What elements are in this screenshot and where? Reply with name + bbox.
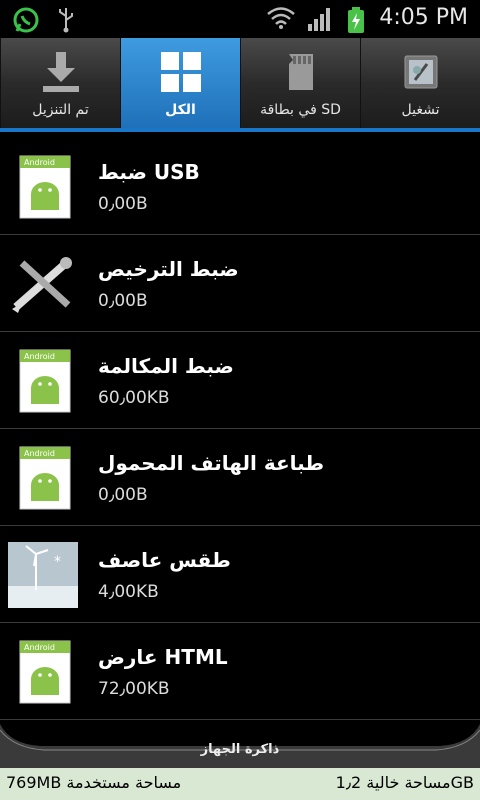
tab-downloaded-label: تم التنزيل [32, 102, 89, 118]
app-name: طقس عاصف [98, 548, 231, 572]
clock: 4:05 PM [379, 5, 468, 30]
app-size: 60٫00KB [98, 388, 170, 408]
status-bar: 4:05 PM [0, 0, 480, 38]
storage-used: 769MB مساحة مستخدمة [6, 773, 182, 792]
tab-downloaded[interactable]: تم التنزيل [0, 38, 120, 131]
list-item[interactable]: ضبط الترخيص 0٫00B [0, 235, 480, 332]
running-icon [404, 55, 437, 89]
svg-text:Android: Android [24, 643, 55, 652]
android-app-icon: Android [19, 349, 71, 413]
app-size: 0٫00B [98, 485, 148, 505]
svg-text:*: * [54, 554, 61, 570]
svg-text:Android: Android [24, 158, 55, 167]
app-size: 72٫00KB [98, 679, 170, 699]
app-size: 0٫00B [98, 194, 148, 214]
tab-running[interactable]: تشغيل [360, 38, 480, 131]
svg-text:Android: Android [24, 449, 55, 458]
wifi-icon [267, 7, 295, 29]
whatsapp-icon [13, 7, 39, 33]
list-item[interactable]: Android طباعة الهاتف المحمول 0٫00B [0, 429, 480, 526]
svg-text:Android: Android [24, 352, 55, 361]
sd-card-icon [288, 54, 313, 90]
app-name: طباعة الهاتف المحمول [98, 451, 325, 475]
android-app-icon: Android [19, 640, 71, 704]
storage-free: مساحة خالية 1٫2GB [335, 773, 474, 792]
usb-icon [59, 8, 73, 33]
android-app-icon: Android [19, 155, 71, 219]
grid-icon [160, 52, 201, 92]
list-item[interactable]: Android عارض HTML 72٫00KB [0, 623, 480, 720]
signal-icon [308, 8, 330, 31]
tab-bar: تشغيل في بطاقة SD الكل تم التنزيل [0, 38, 480, 131]
app-name: ضبط USB [98, 160, 200, 184]
list-item[interactable]: * طقس عاصف 4٫00KB [0, 526, 480, 623]
tab-indicator [0, 128, 480, 132]
device-memory-label: ذاكرة الجهاز [200, 742, 280, 757]
tab-running-label: تشغيل [401, 102, 440, 118]
tab-all[interactable]: الكل [120, 38, 240, 131]
tab-all-label: الكل [165, 102, 196, 118]
weather-wallpaper-icon: * [8, 542, 78, 608]
app-size: 4٫00KB [98, 582, 159, 602]
storage-bar: 769MB مساحة مستخدمة مساحة خالية 1٫2GB [0, 768, 480, 800]
android-app-icon: Android [19, 446, 71, 510]
app-name: عارض HTML [98, 645, 228, 669]
download-icon [42, 52, 79, 92]
tab-sd-card-label: في بطاقة SD [260, 102, 341, 118]
list-item[interactable]: Android ضبط USB 0٫00B [0, 138, 480, 235]
list-item[interactable]: Android ضبط المكالمة 60٫00KB [0, 332, 480, 429]
app-size: 0٫00B [98, 291, 148, 311]
app-name: ضبط المكالمة [98, 354, 234, 378]
app-name: ضبط الترخيص [98, 257, 239, 281]
tab-sd-card[interactable]: في بطاقة SD [240, 38, 360, 131]
battery-charging-icon [348, 7, 364, 33]
app-list: Android ضبط USB 0٫00B ضبط الترخيص 0٫00B … [0, 138, 480, 720]
license-tools-icon [12, 257, 72, 313]
